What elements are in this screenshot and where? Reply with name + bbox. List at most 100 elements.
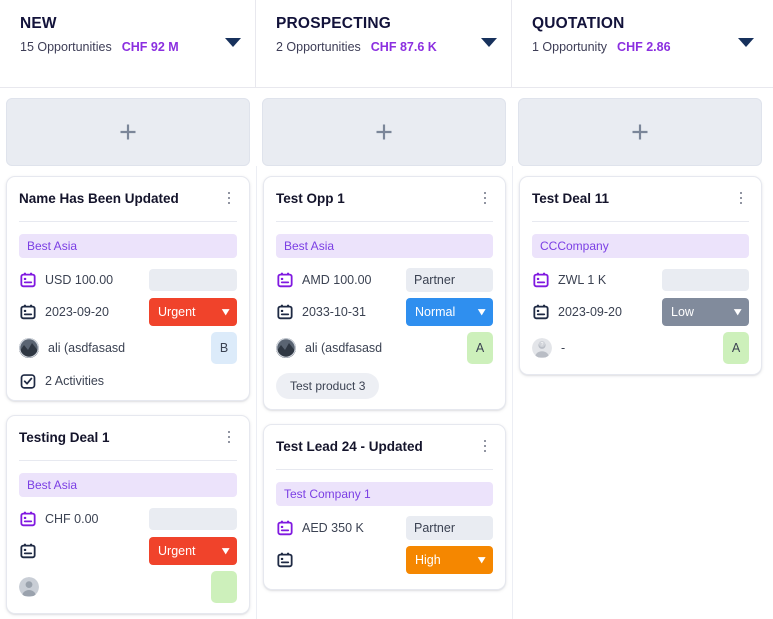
chevron-down-icon: ▾ xyxy=(735,307,742,318)
amount-label-group: AED 350 K xyxy=(276,519,398,537)
amount-label-group: AMD 100.00 xyxy=(276,271,398,289)
priority-select[interactable]: Urgent ▾ xyxy=(149,537,237,565)
stage-amount: CHF 92 M xyxy=(122,40,179,54)
company-chip[interactable]: Best Asia xyxy=(19,234,237,258)
card-title: Test Lead 24 - Updated xyxy=(276,437,423,456)
company-chip[interactable]: Best Asia xyxy=(19,473,237,497)
stage-letter-badge[interactable] xyxy=(211,571,237,603)
date-value: 2033-10-31 xyxy=(302,305,366,319)
priority-value: Urgent xyxy=(158,544,196,558)
stage-amount: CHF 87.6 K xyxy=(371,40,437,54)
stage-title: QUOTATION xyxy=(532,14,752,34)
card-menu-icon[interactable] xyxy=(221,428,237,446)
add-card-button-new[interactable] xyxy=(6,98,250,166)
date-calendar-icon xyxy=(19,542,37,560)
priority-select[interactable]: Normal ▾ xyxy=(406,298,493,326)
plus-icon xyxy=(117,121,139,143)
date-row: 2033-10-31 Normal ▾ xyxy=(276,298,493,326)
activities-label: 2 Activities xyxy=(45,374,104,388)
owner-name: ali (asdfasasd xyxy=(48,341,125,355)
caret-down-icon[interactable] xyxy=(738,38,754,47)
stage-title: PROSPECTING xyxy=(276,14,495,34)
card-header: Test Deal 11 xyxy=(532,189,749,208)
card-menu-icon[interactable] xyxy=(477,189,493,207)
add-card-button-quotation[interactable] xyxy=(518,98,762,166)
date-calendar-icon xyxy=(276,551,294,569)
opportunity-card[interactable]: Test Lead 24 - Updated Test Company 1 xyxy=(263,424,506,590)
activities-check-icon xyxy=(19,372,37,390)
stage-header-prospecting: PROSPECTING 2 Opportunities CHF 87.6 K xyxy=(256,0,512,87)
stage-letter-badge[interactable]: B xyxy=(211,332,237,364)
company-chip[interactable]: Test Company 1 xyxy=(276,482,493,506)
money-calendar-icon xyxy=(19,510,37,528)
stage-header-row: NEW 15 Opportunities CHF 92 M PROSPECTIN… xyxy=(0,0,773,88)
svg-text:?: ? xyxy=(541,342,544,348)
stage-header-new: NEW 15 Opportunities CHF 92 M xyxy=(0,0,256,87)
priority-value: Urgent xyxy=(158,305,196,319)
activities-row[interactable]: 2 Activities xyxy=(19,372,237,390)
date-label-group xyxy=(276,551,398,569)
add-cell-new xyxy=(0,98,256,166)
column-quotation: Test Deal 11 CCCompany ZWL 1 xyxy=(512,166,768,619)
product-chip[interactable]: Test product 3 xyxy=(276,373,379,399)
date-row: Urgent ▾ xyxy=(19,537,237,565)
stage-letter-badge[interactable]: A xyxy=(467,332,493,364)
chevron-down-icon: ▾ xyxy=(479,307,486,318)
card-title: Testing Deal 1 xyxy=(19,428,110,447)
stage-summary: 2 Opportunities CHF 87.6 K xyxy=(276,40,495,54)
stage-summary: 15 Opportunities CHF 92 M xyxy=(20,40,239,54)
money-calendar-icon xyxy=(276,519,294,537)
money-calendar-icon xyxy=(532,271,550,289)
add-card-row xyxy=(0,88,773,166)
priority-select[interactable]: Low ▾ xyxy=(662,298,749,326)
card-columns: Name Has Been Updated Best Asia xyxy=(0,166,773,619)
opportunity-card[interactable]: Test Opp 1 Best Asia AMD 100. xyxy=(263,176,506,410)
card-menu-icon[interactable] xyxy=(733,189,749,207)
amount-row: AED 350 K Partner xyxy=(276,515,493,541)
amount-label-group: CHF 0.00 xyxy=(19,510,141,528)
column-prospecting: Test Opp 1 Best Asia AMD 100. xyxy=(256,166,512,619)
date-label-group: 2023-09-20 xyxy=(532,303,654,321)
add-card-button-prospecting[interactable] xyxy=(262,98,506,166)
amount-row: USD 100.00 xyxy=(19,267,237,293)
card-divider xyxy=(276,221,493,222)
date-label-group xyxy=(19,542,141,560)
amount-extra-field[interactable] xyxy=(662,269,749,291)
card-menu-icon[interactable] xyxy=(221,189,237,207)
amount-label-group: ZWL 1 K xyxy=(532,271,654,289)
card-divider xyxy=(19,460,237,461)
amount-value: CHF 0.00 xyxy=(45,512,99,526)
card-menu-icon[interactable] xyxy=(477,437,493,455)
priority-select[interactable]: Urgent ▾ xyxy=(149,298,237,326)
owner-row xyxy=(19,571,237,603)
avatar-placeholder[interactable]: ? xyxy=(532,338,552,358)
opportunity-card[interactable]: Name Has Been Updated Best Asia xyxy=(6,176,250,401)
avatar[interactable] xyxy=(19,577,39,597)
amount-extra-field[interactable] xyxy=(149,508,237,530)
company-chip[interactable]: CCCompany xyxy=(532,234,749,258)
date-calendar-icon xyxy=(532,303,550,321)
caret-down-icon[interactable] xyxy=(481,38,497,47)
stage-letter-badge[interactable]: A xyxy=(723,332,749,364)
owner-group: ali (asdfasasd xyxy=(19,338,125,358)
card-header: Test Lead 24 - Updated xyxy=(276,437,493,456)
owner-name: ali (asdfasasd xyxy=(305,341,382,355)
caret-down-icon[interactable] xyxy=(225,38,241,47)
card-title: Name Has Been Updated xyxy=(19,189,179,208)
date-value: 2023-09-20 xyxy=(558,305,622,319)
stage-title: NEW xyxy=(20,14,239,34)
stage-amount: CHF 2.86 xyxy=(617,40,671,54)
amount-extra-field[interactable]: Partner xyxy=(406,516,493,540)
company-chip[interactable]: Best Asia xyxy=(276,234,493,258)
card-header: Test Opp 1 xyxy=(276,189,493,208)
amount-extra-field[interactable]: Partner xyxy=(406,268,493,292)
opportunity-card[interactable]: Test Deal 11 CCCompany ZWL 1 xyxy=(519,176,762,375)
owner-group xyxy=(19,577,39,597)
priority-select[interactable]: High ▾ xyxy=(406,546,493,574)
amount-extra-field[interactable] xyxy=(149,269,237,291)
kanban-board: NEW 15 Opportunities CHF 92 M PROSPECTIN… xyxy=(0,0,773,619)
opportunity-card[interactable]: Testing Deal 1 Best Asia CHF xyxy=(6,415,250,614)
avatar[interactable] xyxy=(19,338,39,358)
avatar[interactable] xyxy=(276,338,296,358)
amount-row: ZWL 1 K xyxy=(532,267,749,293)
